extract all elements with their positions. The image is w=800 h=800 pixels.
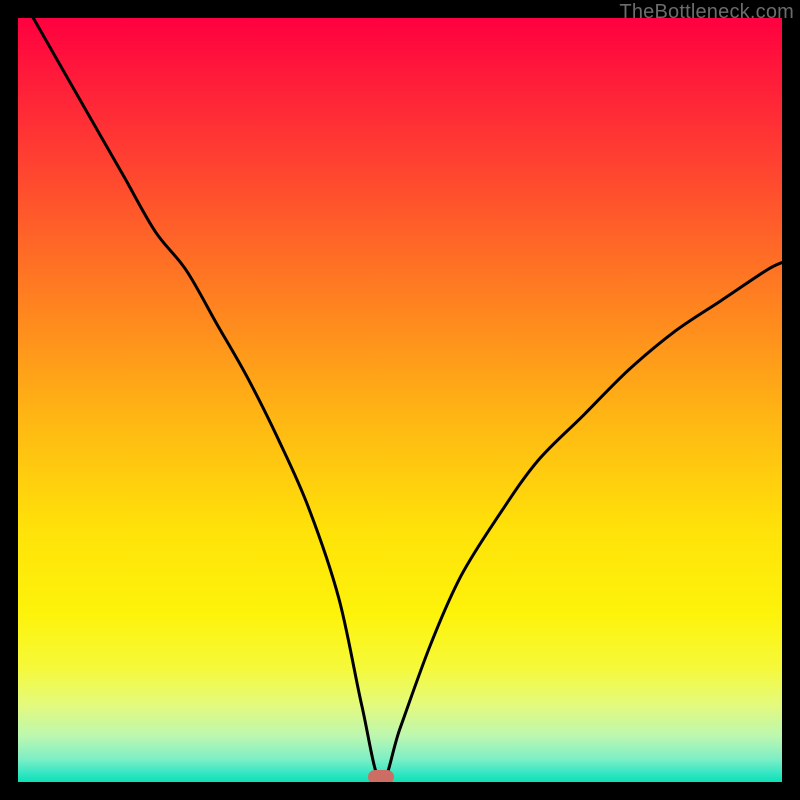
plot-area [18,18,782,782]
watermark-text: TheBottleneck.com [619,1,794,24]
bottleneck-curve [18,18,782,782]
chart-frame: TheBottleneck.com [0,0,800,800]
optimal-point-marker [368,770,394,782]
